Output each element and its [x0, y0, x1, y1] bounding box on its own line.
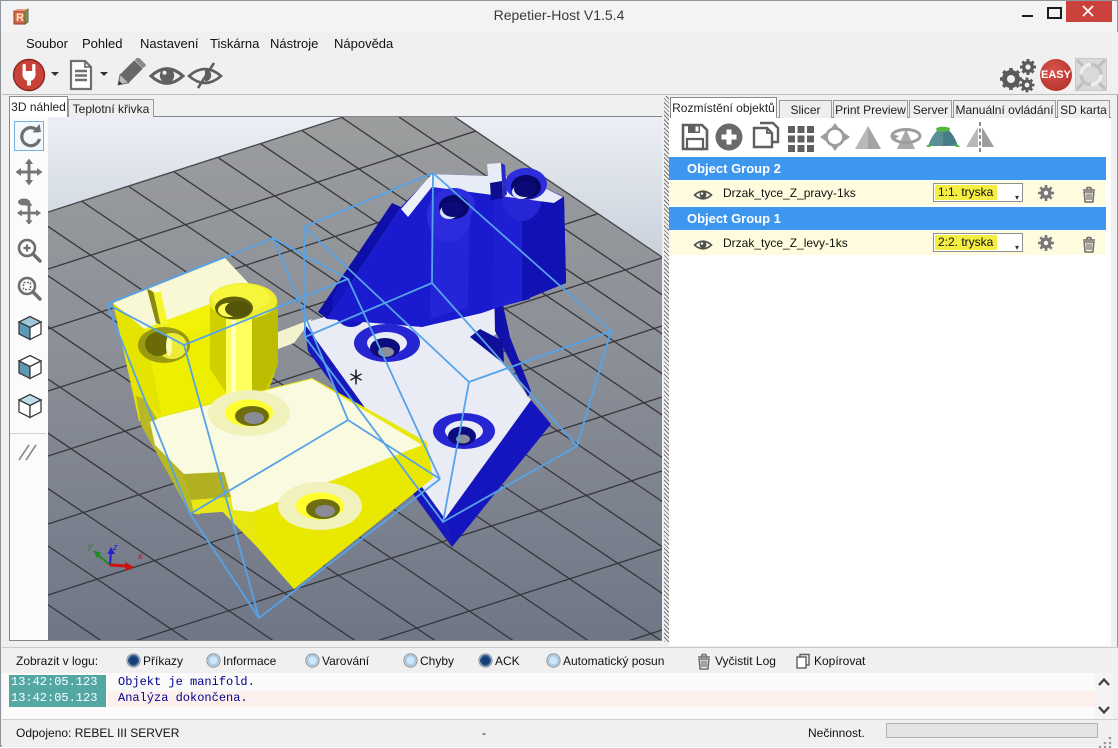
svg-text:z: z	[112, 542, 118, 552]
svg-text:x: x	[137, 551, 143, 561]
svg-text:y: y	[87, 541, 93, 551]
svg-text:R: R	[16, 12, 24, 24]
